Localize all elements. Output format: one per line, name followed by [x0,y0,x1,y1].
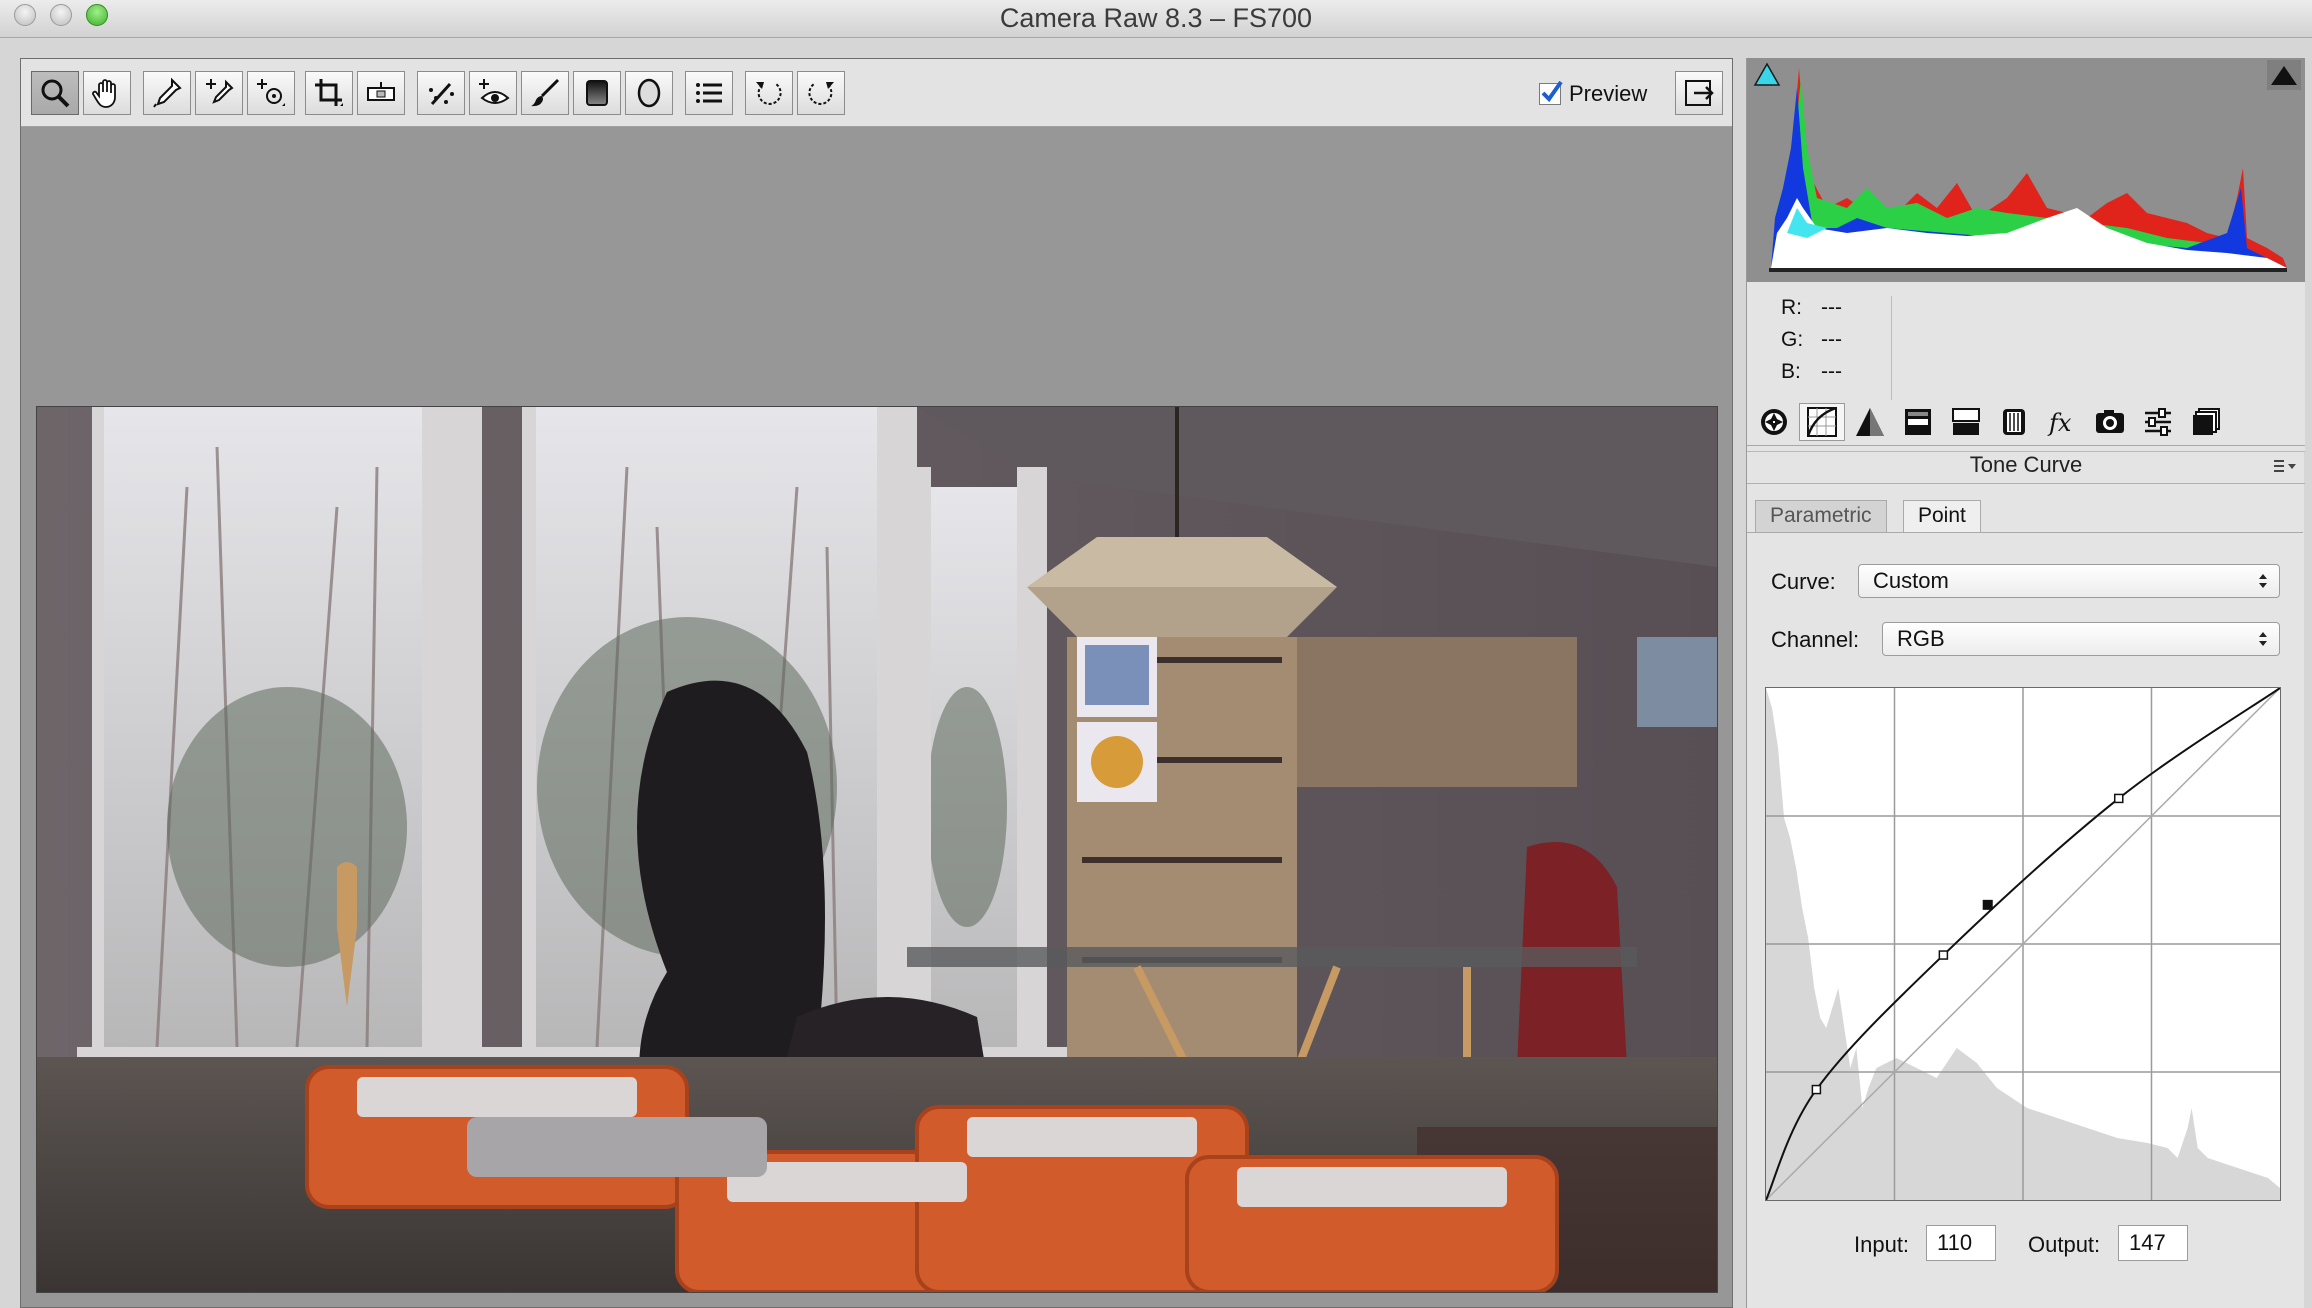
red-eye-icon [479,79,510,104]
output-label: Output: [2028,1232,2101,1257]
tone-curve-graph[interactable] [1766,688,2280,1200]
snapshots-icon [2193,408,2220,435]
rotate-left-tool[interactable] [745,71,793,115]
red-eye-tool[interactable] [469,71,517,115]
panel-title: Tone Curve [1747,448,2305,484]
tab-basic[interactable] [1751,403,1797,441]
histogram [1747,58,2305,282]
color-sampler-icon [206,79,234,104]
curve-control-point[interactable] [2113,793,2124,804]
aperture-icon [1761,409,1787,435]
curve-select[interactable]: Custom [1858,564,2280,598]
zoom-tool[interactable] [31,71,79,115]
red-readout: R: --- [1781,296,1842,319]
image-preview[interactable] [36,406,1718,1293]
tab-point[interactable]: Point [1903,500,1981,532]
tab-detail[interactable] [1847,403,1893,441]
tab-split-toning[interactable] [1943,403,1989,441]
curve-label: Curve: [1771,569,1836,594]
rotate-cw-icon [808,82,834,105]
curve-select-value: Custom [1873,568,1949,593]
toolbar: Preview [21,59,1732,127]
straighten-tool[interactable] [357,71,405,115]
list-icon [696,83,722,103]
crop-tool[interactable] [305,71,353,115]
graduated-filter-icon [586,80,608,106]
hsl-icon [1905,409,1931,435]
graduated-filter-tool[interactable] [573,71,621,115]
tab-hsl[interactable] [1895,403,1941,441]
color-sampler-tool[interactable] [195,71,243,115]
checkmark-icon [1541,80,1563,103]
rotate-ccw-icon [756,82,782,105]
tab-parametric[interactable]: Parametric [1755,500,1887,532]
target-adjust-icon [257,79,285,106]
tab-snapshots[interactable] [2183,403,2229,441]
tab-lens-corrections[interactable] [1991,403,2037,441]
panel-menu-icon[interactable] [2274,458,2298,474]
tab-presets[interactable] [2135,403,2181,441]
preview-label: Preview [1569,81,1648,106]
fx-icon: fx [2047,409,2072,437]
white-balance-tool[interactable] [143,71,191,115]
output-field[interactable]: 147 [2118,1225,2188,1261]
crop-icon [315,79,343,106]
adjustment-brush-tool[interactable] [521,71,569,115]
radial-filter-tool[interactable] [625,71,673,115]
spot-heal-icon [429,82,454,106]
tab-camera-calibration[interactable] [2087,403,2133,441]
fullscreen-toggle-button[interactable] [1675,71,1723,115]
curve-icon [1806,406,1837,437]
level-icon [367,82,395,101]
hand-tool[interactable] [83,71,131,115]
readout-divider [1891,296,1892,400]
blue-readout: B: --- [1781,360,1842,383]
green-readout: G: --- [1781,328,1842,351]
hand-icon [92,79,116,108]
curve-control-point[interactable] [1938,950,1949,960]
sliders-icon [2145,408,2171,436]
input-label: Input: [1854,1232,1910,1257]
magnifier-icon [41,79,70,108]
radial-filter-icon [637,78,661,108]
spot-removal-tool[interactable] [417,71,465,115]
title-bar: Camera Raw 8.3 – FS700 [0,0,2312,38]
channel-select[interactable]: RGB [1882,622,2280,656]
curve-control-point[interactable] [1811,1084,1822,1095]
adjustments-panel: R: --- G: --- B: --- fx Tone Curve Param… [1746,58,2305,1308]
panel-tabs: fx [1747,398,2305,446]
split-tone-icon [1952,408,1980,435]
camera-icon [2096,410,2124,433]
channel-select-value: RGB [1897,626,1945,651]
image-editor-area: Preview [20,58,1733,1308]
svg-text:fx: fx [2047,409,2072,437]
targeted-adjustment-tool[interactable] [247,71,295,115]
fullscreen-icon [1685,80,1714,106]
select-arrows-icon [2259,574,2267,588]
histogram-graph [1747,58,2305,282]
select-arrows-icon [2259,632,2267,646]
tab-effects[interactable]: fx [2039,403,2085,441]
selected-curve-point[interactable] [1982,899,1993,910]
brush-icon [531,78,560,107]
channel-label: Channel: [1771,627,1860,652]
preferences-tool[interactable] [685,71,733,115]
lens-icon [2003,409,2025,435]
window-title: Camera Raw 8.3 – FS700 [999,3,1313,33]
triangle-icon [1856,408,1884,436]
photo-scene [37,407,1717,1292]
rotate-right-tool[interactable] [797,71,845,115]
eyedropper-icon [153,77,182,108]
subtab-divider [1747,532,2303,533]
tone-curve-editor[interactable] [1765,687,2281,1201]
input-field[interactable]: 110 [1926,1225,1996,1261]
preview-checkbox[interactable] [1539,80,1563,105]
tab-tone-curve[interactable] [1799,403,1845,441]
preview-toggle[interactable]: Preview [1539,77,1647,111]
